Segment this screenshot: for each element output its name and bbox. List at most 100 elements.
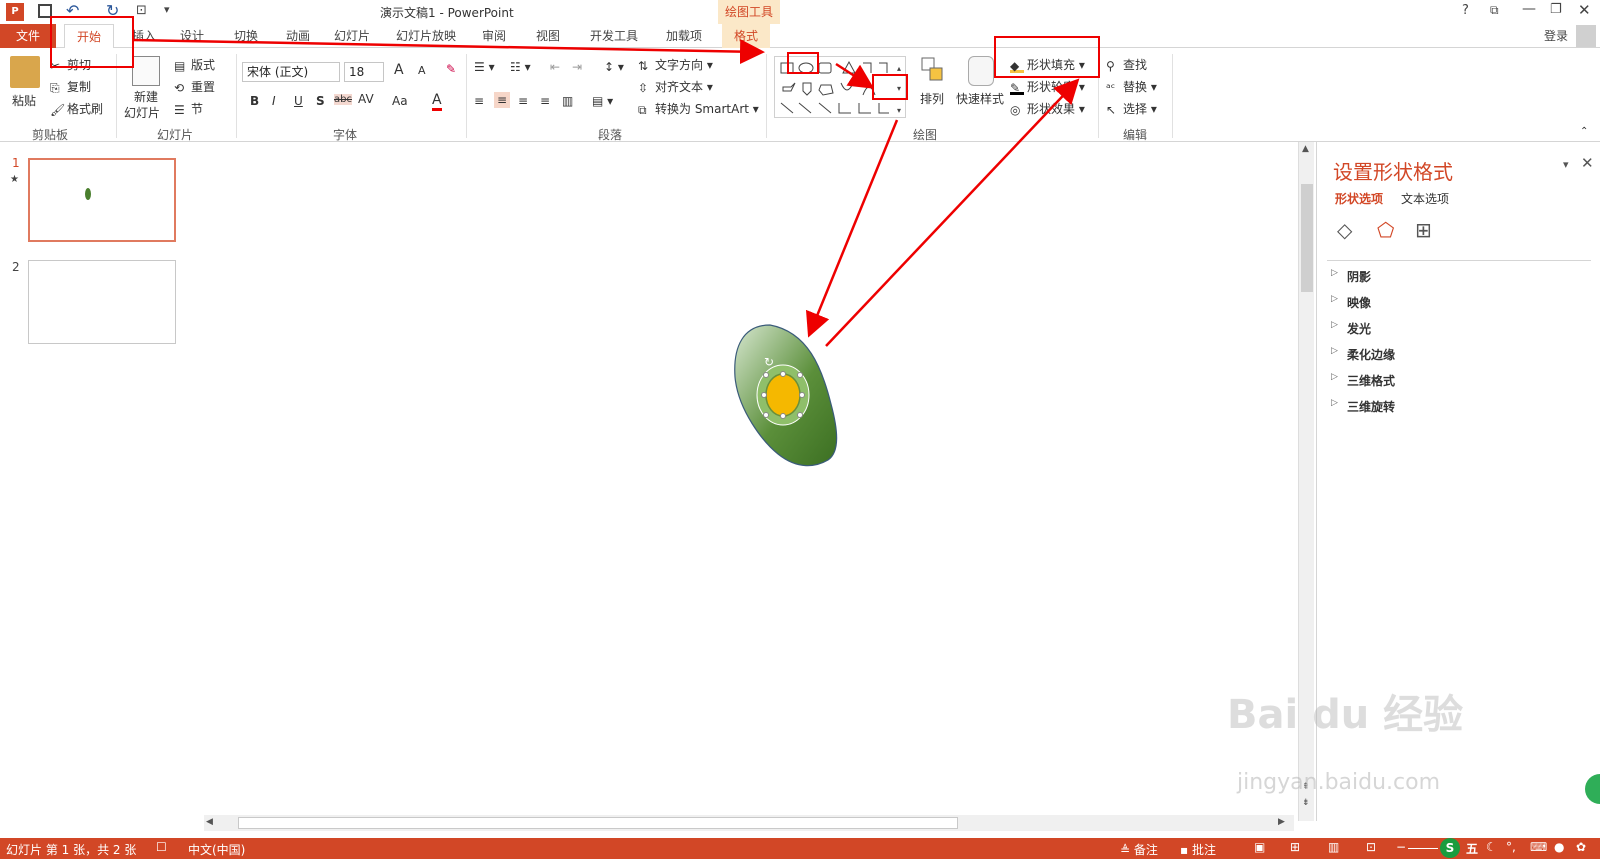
avatar[interactable] bbox=[1576, 25, 1596, 47]
next-slide-icon[interactable]: ⇟ bbox=[1302, 798, 1310, 808]
reset-button[interactable]: ⟲ 重置 bbox=[174, 78, 215, 95]
keyboard-icon[interactable]: ⌨ bbox=[1530, 840, 1547, 854]
reading-view-icon[interactable]: ▥ bbox=[1328, 840, 1339, 854]
language-indicator[interactable]: 中文(中国) bbox=[188, 841, 245, 858]
numbering-icon[interactable]: ☷ ▾ bbox=[510, 60, 531, 74]
customize-qat-icon[interactable]: ▾ bbox=[164, 3, 170, 16]
effects-pentagon-icon[interactable]: ⬠ bbox=[1377, 218, 1394, 242]
justify-icon[interactable]: ≡ bbox=[540, 94, 550, 108]
comments-button[interactable]: ▪ 批注 bbox=[1180, 841, 1216, 858]
find-button[interactable]: ⚲ 查找 bbox=[1106, 56, 1147, 73]
slide-sorter-icon[interactable]: ⊞ bbox=[1290, 840, 1300, 854]
italic-button[interactable]: I bbox=[272, 94, 276, 108]
change-case-button[interactable]: Aa bbox=[392, 94, 408, 108]
align-center-icon[interactable]: ≡ bbox=[494, 92, 511, 108]
shadow-button[interactable]: S bbox=[316, 94, 325, 108]
align-text-button[interactable]: ⇳ 对齐文本 ▾ bbox=[638, 78, 713, 95]
new-slide-icon[interactable] bbox=[132, 56, 160, 86]
slide-thumbnail-2[interactable] bbox=[28, 260, 176, 344]
tab-design[interactable]: 设计 bbox=[174, 24, 210, 48]
tab-format[interactable]: 格式 bbox=[722, 24, 770, 48]
section-button[interactable]: ☰ 节 bbox=[174, 100, 203, 117]
tab-view[interactable]: 视图 bbox=[530, 24, 566, 48]
smartart-button[interactable]: ⧉ 转换为 SmartArt ▾ bbox=[638, 100, 759, 117]
scroll-left-icon[interactable]: ◀ bbox=[206, 817, 213, 827]
copy-button[interactable]: ⎘ 复制 bbox=[50, 78, 91, 95]
horizontal-scroll-thumb[interactable] bbox=[238, 817, 958, 829]
login-link[interactable]: 登录 bbox=[1544, 27, 1568, 44]
tab-transitions[interactable]: 切换 bbox=[228, 24, 264, 48]
user-icon[interactable]: ● bbox=[1554, 840, 1564, 854]
tab-addins[interactable]: 加载项 bbox=[660, 24, 708, 48]
yellow-ellipse-shape[interactable] bbox=[765, 373, 801, 417]
format-painter-button[interactable]: 🖌 格式刷 bbox=[50, 100, 103, 117]
font-name-combo[interactable]: 宋体 (正文) bbox=[242, 62, 340, 82]
scroll-right-icon[interactable]: ▶ bbox=[1278, 817, 1285, 827]
arrange-icon[interactable] bbox=[920, 56, 946, 86]
ribbon-display-options-icon[interactable]: ⧉ bbox=[1490, 3, 1499, 18]
section-3d-rotation[interactable]: 三维旋转 bbox=[1331, 398, 1395, 415]
skin-icon[interactable]: ✿ bbox=[1576, 840, 1586, 854]
paste-button[interactable]: 粘贴 bbox=[12, 92, 36, 109]
size-properties-icon[interactable]: ⊞ bbox=[1415, 218, 1432, 242]
replace-button[interactable]: ᵃᶜ 替换 ▾ bbox=[1106, 78, 1157, 95]
sogou-ime-icon[interactable]: S bbox=[1440, 838, 1460, 858]
minimize-button[interactable]: — bbox=[1522, 1, 1536, 17]
horizontal-scrollbar[interactable]: ◀ ▶ bbox=[204, 815, 1294, 831]
punctuation-icon[interactable]: °, bbox=[1506, 840, 1516, 854]
clear-format-icon[interactable]: ✎ bbox=[446, 62, 456, 76]
scroll-up-icon[interactable]: ▲ bbox=[1302, 144, 1309, 154]
font-size-combo[interactable]: 18 bbox=[344, 62, 384, 82]
pane-close-icon[interactable]: ✕ bbox=[1581, 154, 1594, 172]
zoom-out-icon[interactable]: − bbox=[1396, 840, 1406, 854]
section-shadow[interactable]: 阴影 bbox=[1331, 268, 1371, 285]
tab-text-options[interactable]: 文本选项 bbox=[1401, 190, 1449, 207]
slide-canvas[interactable]: ↻ bbox=[198, 142, 1294, 821]
decrease-indent-icon[interactable]: ⇤ bbox=[550, 60, 560, 74]
align-left-icon[interactable]: ≡ bbox=[474, 94, 484, 108]
moon-icon[interactable]: ☾ bbox=[1486, 840, 1497, 854]
tab-shape-options[interactable]: 形状选项 bbox=[1335, 190, 1383, 207]
zoom-slider[interactable] bbox=[1408, 848, 1438, 849]
strikethrough-button[interactable]: abc bbox=[334, 94, 352, 105]
increase-indent-icon[interactable]: ⇥ bbox=[572, 60, 582, 74]
text-direction-button[interactable]: ⇅ 文字方向 ▾ bbox=[638, 56, 713, 73]
shape-outline-button[interactable]: ✎ 形状轮廓 ▾ bbox=[1010, 78, 1085, 95]
bullets-icon[interactable]: ☰ ▾ bbox=[474, 60, 495, 74]
notes-button[interactable]: ≜ 备注 bbox=[1120, 841, 1158, 858]
distribute-icon[interactable]: ▥ bbox=[562, 94, 573, 108]
spellcheck-icon[interactable]: ☐ bbox=[156, 840, 167, 854]
quick-styles-button[interactable]: 快速样式 bbox=[956, 90, 1004, 107]
new-slide-label-2[interactable]: 幻灯片 bbox=[124, 104, 160, 121]
select-button[interactable]: ↖ 选择 ▾ bbox=[1106, 100, 1157, 117]
new-slide-label-1[interactable]: 新建 bbox=[134, 88, 158, 105]
tab-slideshow[interactable]: 幻灯片放映 bbox=[390, 24, 462, 48]
help-button[interactable]: ? bbox=[1462, 3, 1469, 18]
slide-thumbnail-1[interactable] bbox=[28, 158, 176, 242]
tab-file[interactable]: 文件 bbox=[0, 24, 56, 48]
pane-options-icon[interactable]: ▾ bbox=[1563, 158, 1569, 171]
tab-animations[interactable]: 动画 bbox=[280, 24, 316, 48]
quick-styles-icon[interactable] bbox=[968, 56, 994, 86]
grow-font-button[interactable]: A bbox=[394, 62, 404, 78]
start-slideshow-icon[interactable]: ⊡ bbox=[136, 3, 147, 18]
font-color-button[interactable]: A bbox=[432, 92, 442, 111]
section-reflection[interactable]: 映像 bbox=[1331, 294, 1371, 311]
columns-icon[interactable]: ▤ ▾ bbox=[592, 94, 613, 108]
paste-icon[interactable] bbox=[10, 56, 40, 88]
arrange-button[interactable]: 排列 bbox=[920, 90, 944, 107]
shape-effects-button[interactable]: ◎ 形状效果 ▾ bbox=[1010, 100, 1085, 117]
floating-badge-icon[interactable] bbox=[1585, 774, 1600, 804]
char-spacing-button[interactable]: AV bbox=[358, 92, 374, 106]
close-button[interactable]: ✕ bbox=[1578, 1, 1591, 19]
ime-mode[interactable]: 五 bbox=[1466, 840, 1478, 857]
underline-button[interactable]: U bbox=[294, 94, 303, 108]
restore-button[interactable]: ❐ bbox=[1550, 2, 1562, 17]
line-spacing-icon[interactable]: ↕ ▾ bbox=[604, 60, 624, 74]
slideshow-view-icon[interactable]: ⊡ bbox=[1366, 840, 1376, 854]
tab-developer[interactable]: 开发工具 bbox=[584, 24, 644, 48]
section-3d-format[interactable]: 三维格式 bbox=[1331, 372, 1395, 389]
fill-line-icon[interactable]: ◇ bbox=[1337, 218, 1352, 242]
layout-button[interactable]: ▤ 版式 bbox=[174, 56, 215, 73]
align-right-icon[interactable]: ≡ bbox=[518, 94, 528, 108]
